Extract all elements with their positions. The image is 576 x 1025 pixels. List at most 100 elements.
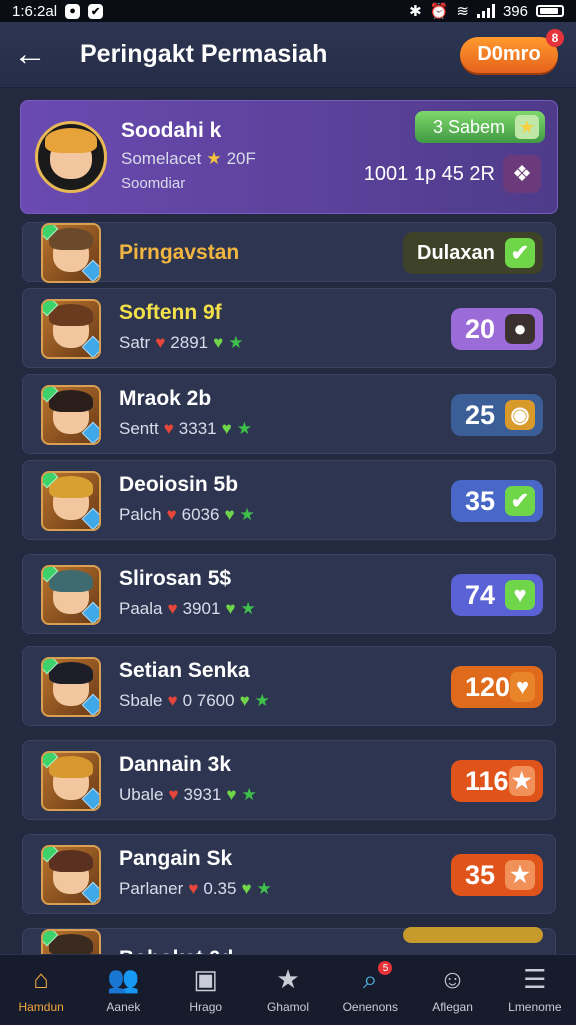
header-action-label: D0mro: [477, 43, 541, 65]
score-icon: ●: [505, 314, 535, 344]
leaderboard-row[interactable]: Slirosan 5$ Paala ♥ 3901 ♥ ★ 74 ♥: [22, 554, 556, 634]
player-avatar: [41, 385, 101, 445]
nav-item-search[interactable]: ⌕ Oenenons 5: [329, 955, 411, 1025]
player-name: Bohokat 0d: [119, 947, 233, 954]
leaderboard-row[interactable]: Deoiosin 5b Palch ♥ 6036 ♥ ★ 35 ✔: [22, 460, 556, 540]
nav-label: Aflegan: [432, 1000, 473, 1014]
player-name: Pirngavstan: [119, 241, 240, 264]
shield-icon: ♥: [224, 505, 235, 524]
score-pill[interactable]: 25 ◉: [451, 394, 543, 436]
score-pill[interactable]: 35 ★: [451, 854, 543, 896]
users-icon: 👥: [107, 964, 140, 994]
featured-score: 1001 1p 45 2R: [363, 163, 495, 185]
nav-item-users[interactable]: 👥 Aanek: [82, 955, 164, 1025]
player-stats: Satr ♥ 2891 ♥ ★: [119, 333, 244, 352]
nav-label: Hrago: [189, 1000, 223, 1014]
nav-item-shop[interactable]: ☰ Lmenome: [494, 955, 576, 1025]
nav-item-star[interactable]: ★ Ghamol: [247, 955, 329, 1025]
star-icon: ★: [241, 785, 257, 804]
score-pill[interactable]: 35 ✔: [451, 480, 543, 522]
player-name: Pangain Sk: [119, 847, 233, 870]
featured-line2: Soomdiar: [121, 175, 186, 192]
player-name: Slirosan 5$: [119, 567, 232, 590]
leaderboard-row[interactable]: Bohokat 0d: [22, 927, 556, 954]
player-name: Deoiosin 5b: [119, 473, 239, 496]
score-pill[interactable]: 74 ♥: [451, 574, 543, 616]
battery-level: 396: [502, 2, 528, 20]
leaderboard-row[interactable]: Dannain 3k Ubale ♥ 3931 ♥ ★ 116 ★: [22, 740, 556, 820]
leaderboard-list[interactable]: Soodahi k Somelacet ★ 20F Soomdiar 3 Sab…: [0, 88, 576, 954]
score-value: 35: [465, 485, 496, 516]
star-icon: ★: [256, 879, 272, 898]
star-icon: ★: [228, 333, 244, 352]
player-avatar: [41, 223, 101, 283]
chat-icon: ▣: [193, 964, 218, 994]
shop-icon: ☰: [523, 964, 547, 994]
home-icon: ⌂: [33, 964, 49, 994]
player-avatar: [41, 845, 101, 905]
shield-icon: ♥: [225, 599, 236, 618]
header-badge: 8: [546, 28, 564, 47]
player-avatar: [41, 471, 101, 531]
bottom-nav: ⌂ Hamdun 👥 Aanek ▣ Hrago ★ Ghamol ⌕ Oenenons 5 ☺ Afl…: [0, 954, 576, 1025]
player-avatar: [41, 929, 101, 954]
page-title: Peringakt Permasiah: [80, 40, 328, 68]
heart-icon: ♥: [188, 879, 199, 898]
star-icon: ★: [206, 149, 222, 168]
nav-item-home[interactable]: ⌂ Hamdun: [0, 955, 82, 1025]
signal-icon: [476, 4, 495, 18]
heart-icon: ♥: [166, 505, 177, 524]
heart-icon: ♥: [163, 419, 174, 438]
featured-tag-label: 3 Sabem: [433, 116, 506, 137]
shield-icon: ♥: [221, 419, 232, 438]
score-pill[interactable]: [403, 927, 543, 943]
heart-icon: ♥: [168, 785, 179, 804]
app-notification-icon: ✔: [88, 3, 104, 19]
featured-tag-button[interactable]: 3 Sabem ★: [415, 111, 545, 143]
player-name: Setian Senka: [119, 659, 250, 682]
nav-item-chat[interactable]: ▣ Hrago: [165, 955, 247, 1025]
nav-label: Lmenome: [508, 1000, 562, 1014]
leaderboard-row[interactable]: Pirngavstan Dulaxan ✔: [22, 222, 556, 283]
nav-badge: 5: [378, 961, 393, 975]
bluetooth-icon: ✱: [409, 3, 422, 20]
shield-icon: ♥: [239, 691, 250, 710]
leaderboard-row[interactable]: Softenn 9f Satr ♥ 2891 ♥ ★ 20 ●: [22, 288, 556, 368]
score-pill[interactable]: 20 ●: [451, 308, 543, 350]
score-value: 25: [465, 399, 496, 430]
featured-avatar: [35, 121, 107, 193]
notification-icon: ●: [65, 3, 81, 19]
player-stats: Ubale ♥ 3931 ♥ ★: [119, 785, 257, 804]
score-icon: ★: [508, 766, 535, 796]
nav-item-profile[interactable]: ☺ Aflegan: [411, 955, 493, 1025]
shield-icon: ♥: [213, 333, 224, 352]
score-icon: ✔: [505, 238, 535, 268]
featured-player-card[interactable]: Soodahi k Somelacet ★ 20F Soomdiar 3 Sab…: [20, 100, 558, 214]
nav-label: Ghamol: [266, 1000, 309, 1014]
leaderboard-row[interactable]: Mraok 2b Sentt ♥ 3331 ♥ ★ 25 ◉: [22, 374, 556, 454]
player-name: Dannain 3k: [119, 753, 232, 776]
app-header: ← Peringakt Permasiah D0mro 8: [0, 22, 576, 88]
star-icon: ★: [515, 115, 539, 139]
heart-icon: ♥: [167, 691, 178, 710]
search-icon: ⌕: [362, 964, 378, 994]
score-pill[interactable]: 116 ★: [451, 760, 543, 802]
score-pill[interactable]: 120 ♥: [451, 666, 543, 708]
leaderboard-row[interactable]: Setian Senka Sbale ♥ 0 7600 ♥ ★ 120 ♥: [22, 646, 556, 726]
leaderboard-row[interactable]: Pangain Sk Parlaner ♥ 0.35 ♥ ★ 35 ★: [22, 834, 556, 914]
star-icon: ★: [276, 964, 300, 994]
player-stats: Parlaner ♥ 0.35 ♥ ★: [119, 879, 272, 898]
nav-label: Oenenons: [342, 1000, 398, 1014]
profile-icon: ☺: [439, 964, 466, 994]
player-avatar: [41, 751, 101, 811]
score-icon: ♥: [505, 580, 535, 610]
reward-chest-icon: ❖: [503, 155, 541, 193]
header-action-button[interactable]: D0mro 8: [460, 28, 564, 73]
player-avatar: [41, 299, 101, 359]
score-icon: ★: [505, 860, 535, 890]
player-stats: Palch ♥ 6036 ♥ ★: [119, 505, 255, 524]
wifi-icon: ≋: [456, 3, 469, 20]
score-pill[interactable]: Dulaxan ✔: [403, 232, 543, 274]
player-stats: Sentt ♥ 3331 ♥ ★: [119, 419, 252, 438]
back-arrow-icon[interactable]: ←: [0, 25, 60, 85]
